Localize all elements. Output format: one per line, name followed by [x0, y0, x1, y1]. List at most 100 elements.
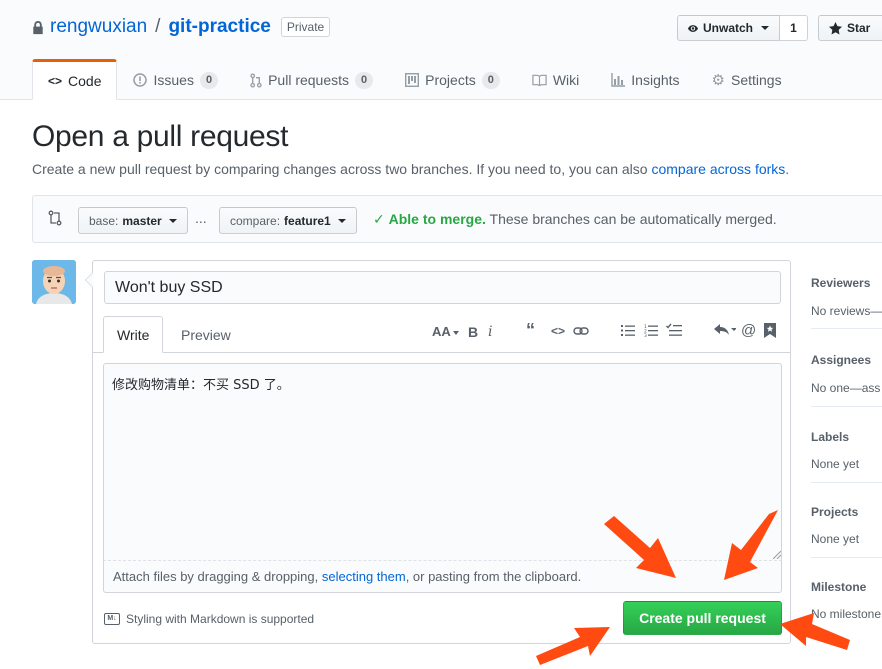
reply-icon[interactable]	[714, 324, 736, 336]
italic-icon[interactable]: i	[488, 324, 492, 340]
tab-label: Settings	[730, 72, 782, 88]
repo-title: rengwuxian / git-practice Private	[32, 16, 331, 38]
range-ellipsis: ...	[195, 210, 207, 226]
projects-counter: 0	[481, 71, 500, 89]
base-branch-select[interactable]: base: master	[78, 207, 188, 234]
attach-text-end: , or pasting from the clipboard.	[405, 569, 582, 584]
pull-request-composer: Won't buy SSD Write Preview AA B i “ <> …	[85, 260, 791, 644]
tab-issues[interactable]: Issues 0	[117, 59, 234, 99]
assignees-value: No one—ass	[811, 381, 881, 395]
file-attach-bar[interactable]: Attach files by dragging & dropping, sel…	[103, 561, 782, 593]
milestone-title: Milestone	[811, 580, 867, 594]
milestone-value: No milestone	[811, 607, 882, 621]
projects-section[interactable]: Projects None yet	[811, 482, 882, 558]
tab-write[interactable]: Write	[103, 316, 164, 353]
pull-requests-counter: 0	[355, 71, 374, 89]
ordered-list-icon[interactable]: 123	[644, 324, 658, 337]
create-pull-request-button[interactable]: Create pull request	[623, 601, 782, 635]
projects-title: Projects	[811, 505, 859, 519]
tab-label: Issues	[153, 72, 194, 88]
reviewers-section[interactable]: Reviewers No reviews—	[811, 260, 882, 329]
bookmark-icon[interactable]	[764, 323, 776, 338]
page-subtitle: Create a new pull request by comparing c…	[32, 161, 789, 177]
star-button[interactable]: Star	[818, 15, 882, 41]
mention-icon[interactable]: @	[741, 322, 756, 339]
subtitle-period: .	[785, 161, 790, 177]
repo-header: rengwuxian / git-practice Private Unwatc…	[0, 0, 882, 100]
repo-owner-link[interactable]: rengwuxian	[50, 16, 147, 38]
tab-code[interactable]: <> Code	[32, 59, 118, 100]
unordered-list-icon[interactable]	[621, 324, 635, 337]
tab-projects[interactable]: Projects 0	[389, 59, 516, 99]
tab-label: Projects	[425, 72, 476, 88]
issues-counter: 0	[199, 71, 219, 89]
tab-label: Insights	[631, 72, 680, 88]
tab-insights[interactable]: Insights	[595, 59, 695, 99]
star-icon	[829, 21, 842, 34]
base-label: base:	[89, 213, 119, 228]
subtitle-text: Create a new pull request by comparing c…	[32, 161, 652, 177]
svg-text:3: 3	[644, 333, 647, 337]
quote-icon[interactable]: “	[526, 320, 535, 341]
resize-handle-icon[interactable]	[773, 551, 781, 559]
labels-value: None yet	[811, 457, 860, 471]
compare-across-forks-link[interactable]: compare across forks	[651, 161, 785, 177]
reviewers-title: Reviewers	[811, 276, 871, 290]
labels-section[interactable]: Labels None yet	[811, 406, 882, 483]
issue-icon	[133, 73, 148, 87]
compare-arrows-icon	[48, 210, 62, 226]
avatar[interactable]	[32, 260, 76, 304]
tab-wiki[interactable]: Wiki	[516, 59, 595, 99]
book-icon	[532, 74, 547, 86]
repo-path-separator: /	[155, 16, 161, 37]
tab-label: Wiki	[552, 72, 580, 88]
tab-settings[interactable]: ⚙ Settings	[696, 59, 798, 99]
attach-text: Attach files by dragging & dropping,	[113, 569, 322, 584]
page-title: Open a pull request	[32, 120, 289, 153]
gear-icon: ⚙	[711, 72, 725, 89]
assignees-title: Assignees	[811, 353, 872, 367]
pr-title-input[interactable]: Won't buy SSD	[104, 271, 781, 304]
pr-body-textarea[interactable]: 修改购物清单：不买 SSD 了。	[103, 363, 782, 561]
private-badge: Private	[280, 17, 331, 37]
tab-label: Code	[68, 72, 102, 89]
code-icon[interactable]: <>	[551, 324, 565, 338]
compare-branch: feature1	[284, 213, 331, 228]
repo-nav-tabs: <> Code Issues 0 Pull requests 0 Project…	[32, 59, 798, 100]
assignees-section[interactable]: Assignees No one—ass	[811, 328, 882, 407]
merge-status-label: Able to merge.	[388, 211, 486, 227]
project-icon	[405, 73, 420, 87]
chevron-down-icon	[337, 218, 346, 223]
markdown-icon: M↓	[104, 613, 120, 625]
chevron-down-icon	[168, 218, 177, 223]
repo-name-link[interactable]: git-practice	[168, 16, 270, 38]
bold-icon[interactable]: B	[468, 324, 478, 340]
compare-branch-select[interactable]: compare: feature1	[219, 207, 357, 234]
header-icon[interactable]: AA	[432, 324, 459, 339]
milestone-section[interactable]: Milestone No milestone	[811, 557, 882, 627]
unwatch-button[interactable]: Unwatch	[677, 15, 780, 41]
eye-icon	[688, 24, 698, 32]
link-icon[interactable]	[573, 325, 589, 337]
reviewers-value: No reviews—	[811, 304, 882, 318]
compare-label: compare:	[230, 213, 281, 228]
watchers-count[interactable]: 1	[780, 15, 808, 41]
pull-request-icon	[250, 72, 262, 88]
tab-pull-requests[interactable]: Pull requests 0	[234, 59, 389, 99]
avatar-face-icon	[32, 260, 76, 304]
discussion-sidebar: Reviewers No reviews— Assignees No one—a…	[811, 260, 882, 669]
chevron-down-icon	[761, 26, 769, 30]
task-list-icon[interactable]	[666, 323, 682, 337]
tab-label: Pull requests	[268, 72, 350, 88]
graph-icon	[611, 73, 626, 87]
star-label: Star	[847, 21, 871, 35]
selecting-them-link[interactable]: selecting them	[322, 569, 406, 584]
unwatch-label: Unwatch	[702, 21, 753, 35]
code-icon: <>	[48, 73, 63, 88]
merge-status-message: These branches can be automatically merg…	[489, 211, 777, 227]
markdown-note[interactable]: M↓ Styling with Markdown is supported	[104, 612, 314, 626]
projects-value: None yet	[811, 532, 860, 546]
check-icon: ✓	[373, 211, 385, 227]
tab-preview[interactable]: Preview	[168, 316, 244, 353]
merge-status: ✓ Able to merge. These branches can be a…	[373, 211, 777, 228]
